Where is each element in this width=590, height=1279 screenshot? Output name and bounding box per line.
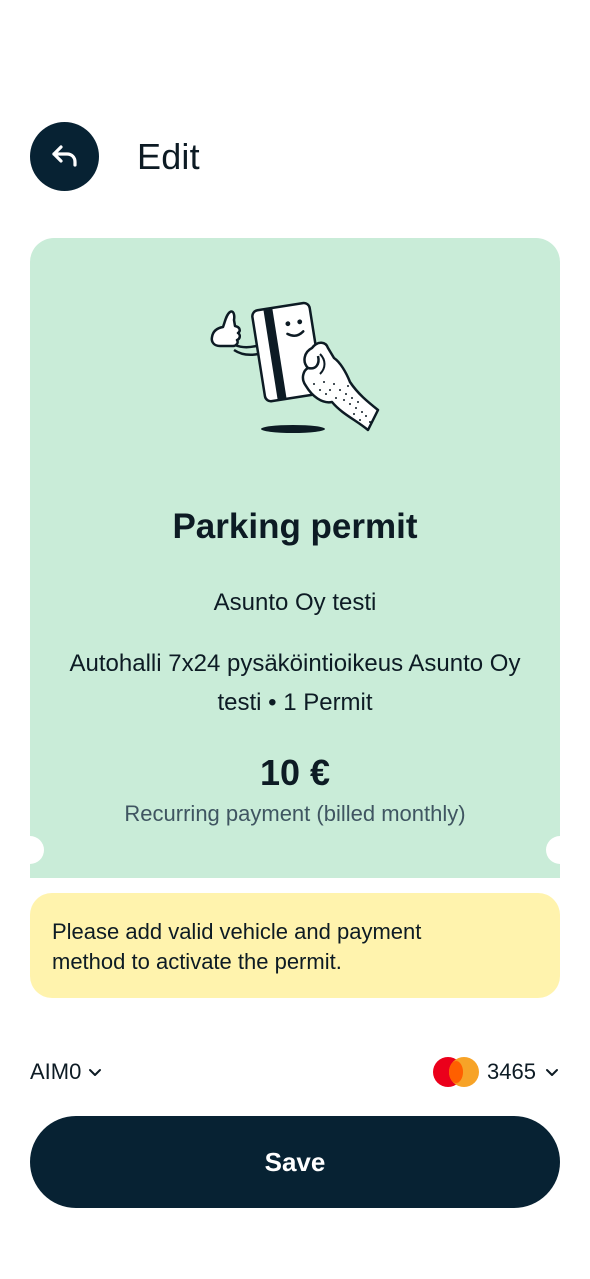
activation-warning: Please add valid vehicle and payment met…	[30, 893, 560, 998]
product-description: Autohalli 7x24 pysäköintioikeus Asunto O…	[30, 644, 560, 722]
product-line-2: testi • 1 Permit	[217, 689, 373, 716]
chevron-down-icon	[89, 1069, 102, 1076]
billing-info: Recurring payment (billed monthly)	[124, 801, 466, 826]
company-name: Asunto Oy testi	[213, 589, 377, 616]
mastercard-icon	[433, 1057, 480, 1087]
vehicle-select[interactable]: AIM0	[30, 1056, 103, 1088]
price: 10 €	[259, 752, 331, 793]
page-title: Edit	[137, 136, 200, 177]
payment-method-select[interactable]: 3465	[433, 1056, 560, 1088]
chevron-down-icon	[546, 1069, 558, 1076]
card-notch-right	[546, 836, 574, 864]
save-button[interactable]: Save	[30, 1116, 560, 1208]
undo-arrow-icon	[51, 144, 77, 167]
vehicle-value: AIM0	[30, 1059, 82, 1084]
product-line-1: Autohalli 7x24 pysäköintioikeus Asunto O…	[69, 650, 521, 677]
back-button[interactable]	[30, 122, 99, 191]
warning-line-1: Please add valid vehicle and payment	[52, 919, 422, 944]
card-last4: 3465	[487, 1059, 536, 1084]
permit-title: Parking permit	[172, 507, 418, 546]
card-notch-left	[16, 836, 44, 864]
warning-line-2: method to activate the permit.	[52, 949, 342, 974]
hand-holding-card-illustration	[210, 301, 380, 433]
